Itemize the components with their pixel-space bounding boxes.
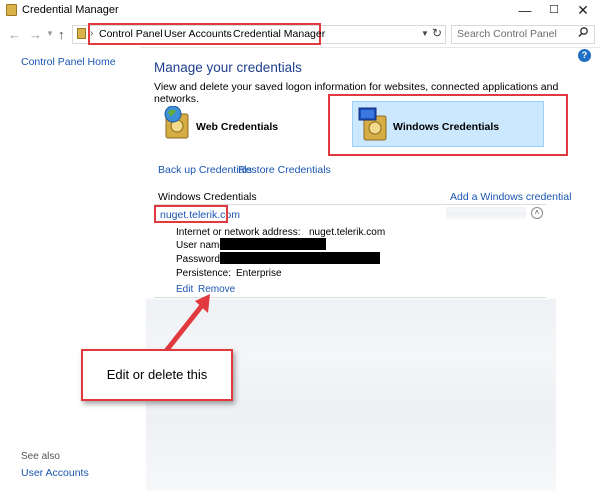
add-windows-credential-link[interactable]: Add a Windows credential — [450, 191, 571, 203]
user-accounts-link[interactable]: User Accounts — [21, 467, 89, 479]
control-panel-icon — [77, 28, 86, 39]
breadcrumb-control-panel[interactable]: Control Panel — [99, 28, 163, 40]
username-redacted — [220, 238, 326, 250]
forward-arrow-icon[interactable]: → — [29, 27, 42, 42]
collapse-chevron-icon[interactable]: ˄ — [531, 207, 543, 219]
restore-credentials-link[interactable]: Restore Credentials — [238, 164, 331, 176]
left-pane — [0, 47, 140, 491]
search-placeholder: Search Control Panel — [457, 28, 557, 40]
windows-credentials-icon — [358, 106, 390, 142]
windows-credentials-header: Windows Credentials — [158, 191, 257, 203]
minimize-button[interactable]: — — [510, 0, 540, 21]
help-icon[interactable]: ? — [578, 49, 591, 62]
password-redacted — [220, 252, 380, 264]
search-icon[interactable] — [578, 27, 588, 38]
breadcrumb-separator: › — [157, 28, 161, 39]
credential-manager-icon — [6, 4, 17, 16]
recent-dropdown-icon[interactable]: ▼ — [46, 29, 54, 38]
breadcrumb-separator: › — [226, 28, 230, 39]
up-arrow-icon[interactable]: ↑ — [58, 27, 65, 42]
breadcrumb-user-accounts[interactable]: User Accounts — [164, 28, 232, 40]
persistence-value: Enterprise — [236, 268, 282, 279]
annotation-callout: Edit or delete this — [81, 349, 233, 401]
close-button[interactable]: ✕ — [568, 0, 598, 21]
see-also-label: See also — [21, 451, 60, 462]
maximize-button[interactable]: ☐ — [539, 0, 569, 21]
web-credentials-label: Web Credentials — [196, 121, 279, 133]
control-panel-home-link[interactable]: Control Panel Home — [21, 56, 116, 68]
credential-entry-highlight — [154, 205, 228, 223]
address-dropdown-icon[interactable]: ▼ — [421, 29, 429, 38]
page-title: Manage your credentials — [154, 60, 302, 75]
refresh-icon[interactable]: ↻ — [432, 26, 442, 40]
credential-date-blurred — [446, 207, 526, 219]
web-credentials-icon — [162, 105, 192, 140]
breadcrumb-credential-manager[interactable]: Credential Manager — [233, 28, 325, 40]
persistence-label: Persistence: — [176, 268, 232, 279]
windows-credentials-label: Windows Credentials — [393, 121, 500, 133]
back-arrow-icon[interactable]: ← — [8, 27, 21, 42]
password-label: Password: — [176, 254, 223, 265]
address-value: nuget.telerik.com — [309, 227, 386, 238]
window-title: Credential Manager — [22, 4, 119, 16]
address-label: Internet or network address: — [176, 227, 301, 238]
